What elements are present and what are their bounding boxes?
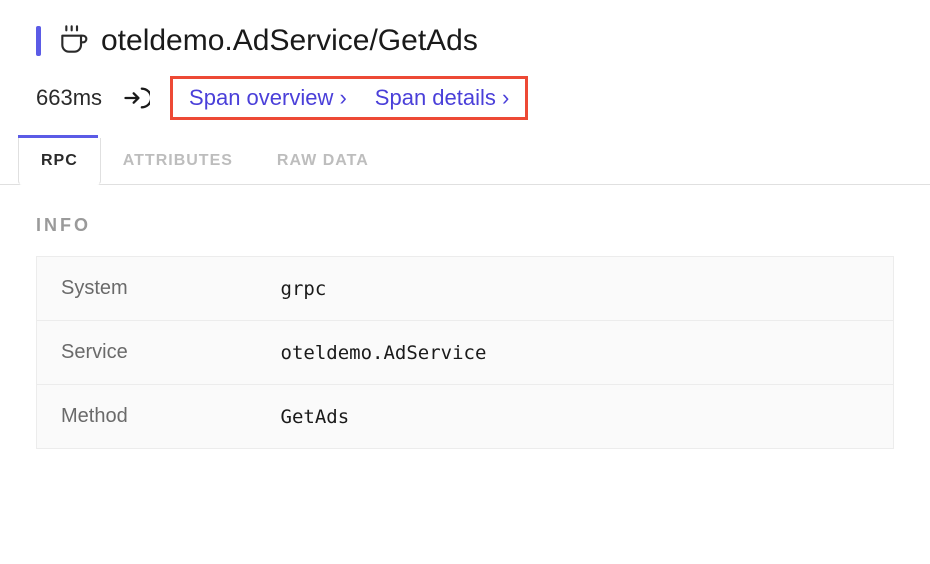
tab-raw-data[interactable]: RAW DATA [255,138,391,184]
coffee-icon [57,25,89,57]
tab-rpc[interactable]: RPC [18,138,101,185]
span-details-link[interactable]: Span details › [375,85,510,111]
content: INFO System grpc Service oteldemo.AdServ… [0,185,930,479]
section-heading: INFO [36,215,894,236]
info-label-service: Service [37,321,257,385]
info-table: System grpc Service oteldemo.AdService M… [36,256,894,449]
table-row: Service oteldemo.AdService [37,321,894,385]
info-label-system: System [37,257,257,321]
table-row: Method GetAds [37,385,894,449]
info-value-system: grpc [257,257,894,321]
tabs: RPC ATTRIBUTES RAW DATA [0,138,930,185]
tab-attributes[interactable]: ATTRIBUTES [101,138,255,184]
table-row: System grpc [37,257,894,321]
active-tab-indicator [18,135,98,138]
info-label-method: Method [37,385,257,449]
duration-value: 663ms [36,85,102,111]
info-value-service: oteldemo.AdService [257,321,894,385]
sub-row: 663ms Span overview › Span details › [36,76,894,120]
title-row: oteldemo.AdService/GetAds [36,24,894,58]
page-title: oteldemo.AdService/GetAds [101,24,478,58]
accent-bar [36,26,41,56]
highlight-box: Span overview › Span details › [170,76,528,120]
info-value-method: GetAds [257,385,894,449]
header: oteldemo.AdService/GetAds 663ms Span ove… [0,0,930,138]
enter-arrow-icon [122,84,150,112]
span-overview-link[interactable]: Span overview › [189,85,347,111]
